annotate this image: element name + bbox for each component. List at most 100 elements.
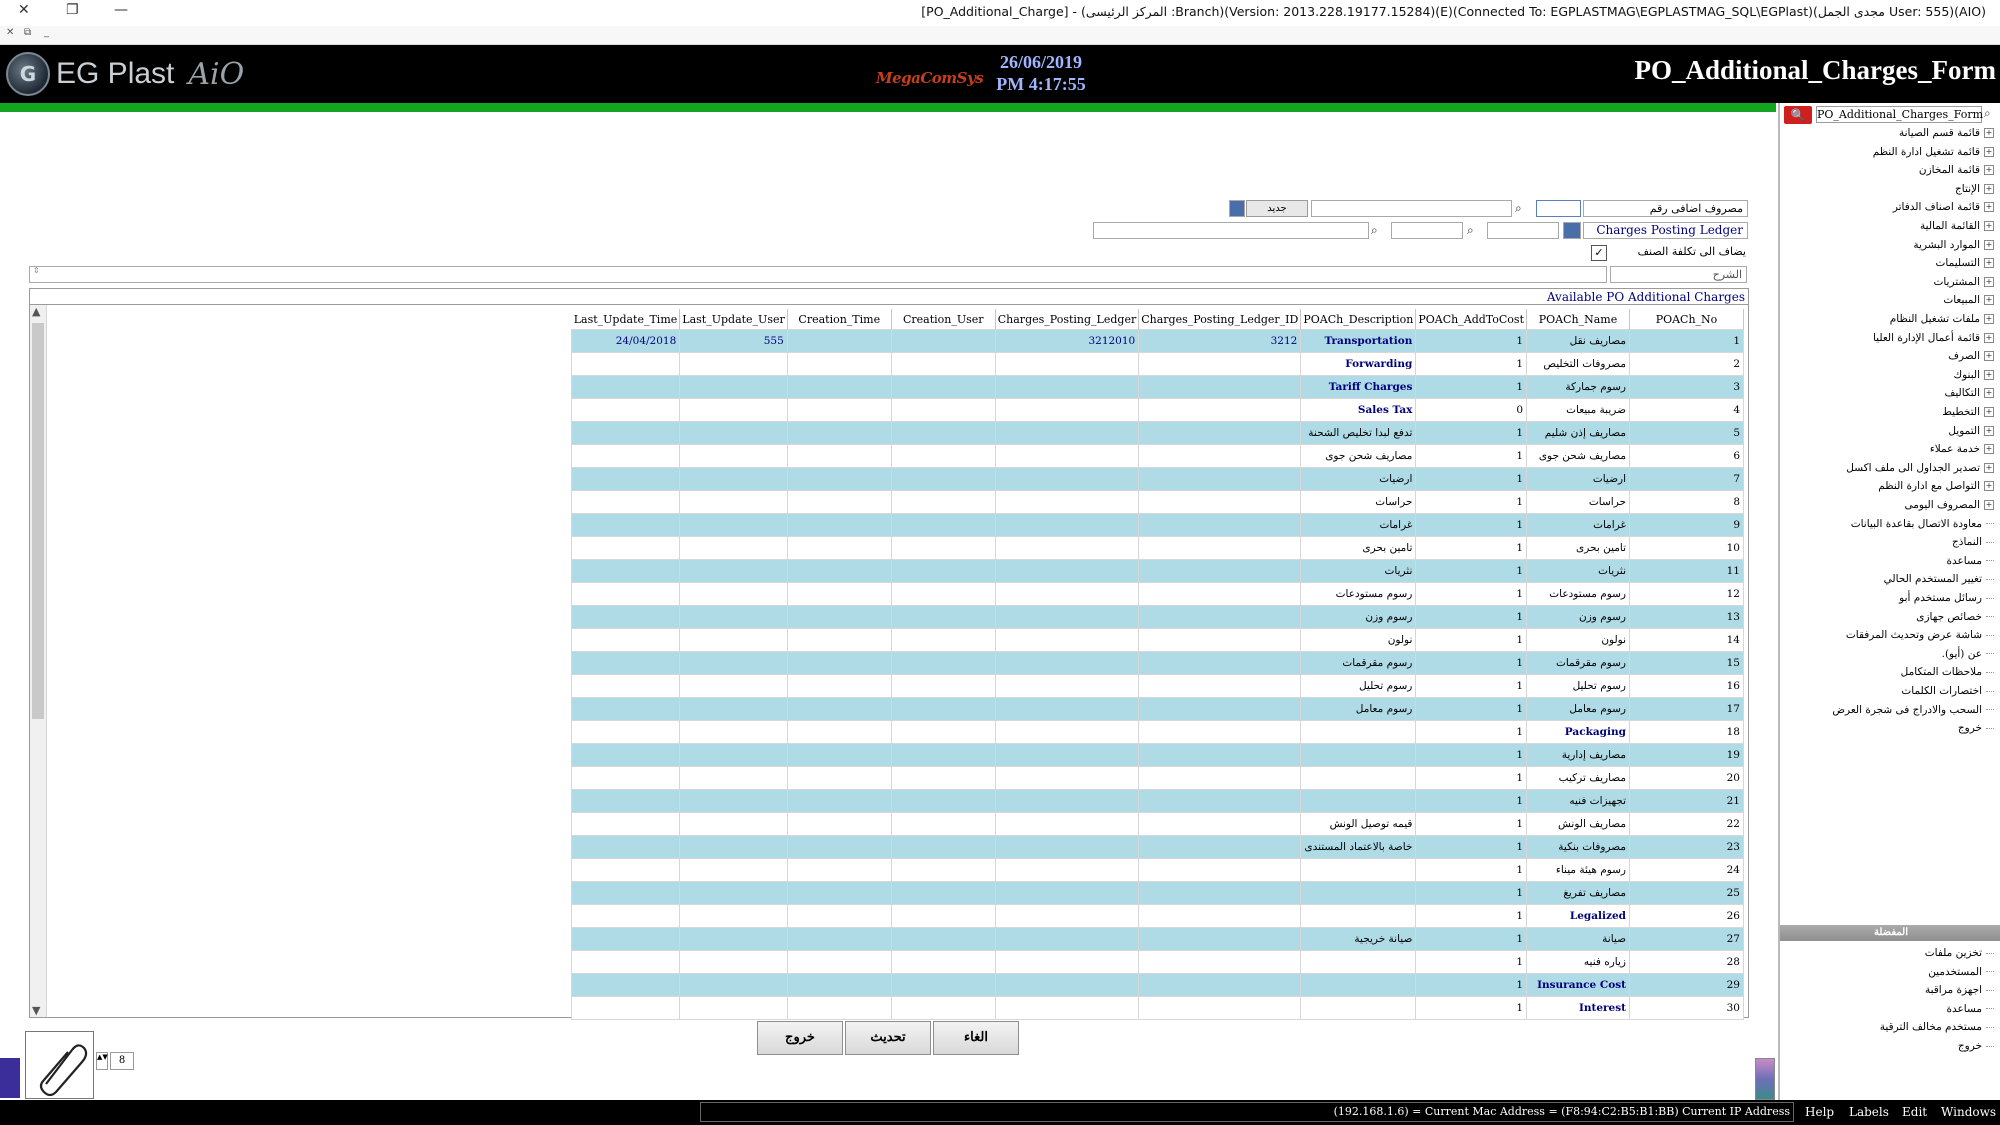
cell-ctime[interactable]	[786, 858, 892, 882]
cell-ledger_id[interactable]	[1138, 927, 1302, 951]
cell-name[interactable]: غرامات	[1526, 513, 1630, 537]
close-icon[interactable]: ✕	[18, 2, 30, 18]
tree-item[interactable]: + خدمة عملاء	[1930, 443, 1994, 455]
cell-ledger_id[interactable]: 3212	[1138, 329, 1302, 353]
cell-ltime[interactable]	[571, 398, 681, 422]
favorite-item[interactable]: تخزين ملفات	[1925, 947, 1994, 959]
cell-ltime[interactable]	[571, 651, 681, 675]
cell-cuser[interactable]	[890, 858, 996, 882]
cell-add[interactable]: 1	[1415, 996, 1527, 1020]
cell-no[interactable]: 13	[1629, 605, 1744, 629]
cell-cuser[interactable]	[890, 605, 996, 629]
tree-item[interactable]: معاودة الاتصال بقاعدة البيانات	[1851, 518, 1994, 530]
cell-cuser[interactable]	[890, 375, 996, 399]
cell-ledger[interactable]	[994, 651, 1140, 675]
cell-desc[interactable]: نولون	[1300, 628, 1417, 652]
cell-ledger_id[interactable]	[1138, 858, 1302, 882]
cell-cuser[interactable]	[890, 996, 996, 1020]
expand-icon[interactable]: +	[1984, 202, 1994, 213]
cell-luser[interactable]	[679, 835, 788, 859]
charge-no-input[interactable]	[1536, 200, 1581, 217]
cell-ledger_id[interactable]	[1138, 490, 1302, 514]
menu-windows[interactable]: Windows	[1941, 1105, 1996, 1119]
cell-name[interactable]: مصاريف تفريغ	[1526, 881, 1630, 905]
scroll-up-icon[interactable]: ▲	[32, 305, 40, 318]
charge-no-search-icon[interactable]: ⌕	[1515, 201, 1522, 216]
cell-cuser[interactable]	[890, 973, 996, 997]
cell-luser[interactable]	[679, 927, 788, 951]
charge-name-input[interactable]	[1311, 200, 1512, 217]
menu-labels[interactable]: Labels	[1849, 1105, 1889, 1119]
cell-ledger[interactable]	[994, 697, 1140, 721]
expand-icon[interactable]: +	[1984, 146, 1994, 157]
cell-ctime[interactable]	[786, 789, 892, 813]
cell-ledger_id[interactable]	[1138, 996, 1302, 1020]
cell-add[interactable]: 1	[1415, 421, 1527, 445]
favorite-item[interactable]: اجهزة مراقبة	[1925, 984, 1994, 996]
cell-ltime[interactable]	[571, 789, 681, 813]
table-row[interactable]: تامين بحرى 1 تامين بحرى 10	[571, 536, 1744, 560]
column-header[interactable]: POACh_Name	[1526, 309, 1630, 330]
cell-cuser[interactable]	[890, 559, 996, 583]
cell-desc[interactable]: رسوم تحليل	[1300, 674, 1417, 698]
cell-luser[interactable]	[679, 697, 788, 721]
cell-desc[interactable]: رسوم معامل	[1300, 697, 1417, 721]
table-row[interactable]: رسوم معامل 1 رسوم معامل 17	[571, 697, 1744, 721]
cell-desc[interactable]: رسوم مقرقمات	[1300, 651, 1417, 675]
cell-ledger[interactable]	[994, 766, 1140, 790]
cell-add[interactable]: 1	[1415, 743, 1527, 767]
cell-name[interactable]: نثريات	[1526, 559, 1630, 583]
cell-no[interactable]: 26	[1629, 904, 1744, 928]
cell-no[interactable]: 23	[1629, 835, 1744, 859]
cell-ledger[interactable]	[994, 904, 1140, 928]
cell-ctime[interactable]	[786, 950, 892, 974]
tree-item[interactable]: + التكاليف	[1944, 387, 1994, 399]
exit-button[interactable]: خروج	[757, 1021, 843, 1055]
cell-name[interactable]: ارضيات	[1526, 467, 1630, 491]
tree-item[interactable]: خصائص جهازى	[1916, 611, 1994, 623]
cell-name[interactable]: رسوم معامل	[1526, 697, 1630, 721]
cell-ctime[interactable]	[786, 881, 892, 905]
cell-ctime[interactable]	[786, 582, 892, 606]
cell-luser[interactable]	[679, 904, 788, 928]
cell-ledger[interactable]	[994, 536, 1140, 560]
column-header[interactable]: Charges_Posting_Ledger	[995, 309, 1140, 330]
tree-item[interactable]: + التمويل	[1948, 425, 1994, 437]
tree-item[interactable]: + المصروف اليومى	[1905, 499, 1994, 511]
favorite-item[interactable]: مستخدم مخالف الترقية	[1880, 1021, 1994, 1033]
cell-ltime[interactable]	[571, 766, 681, 790]
table-row[interactable]: رسوم وزن 1 رسوم وزن 13	[571, 605, 1744, 629]
tree-item[interactable]: + الصرف	[1948, 350, 1994, 362]
cell-no[interactable]: 14	[1629, 628, 1744, 652]
expand-icon[interactable]: +	[1984, 183, 1994, 194]
cell-cuser[interactable]	[890, 743, 996, 767]
cell-cuser[interactable]	[890, 904, 996, 928]
tree-item[interactable]: النماذج	[1952, 536, 1994, 548]
cell-name[interactable]: مصاريف إذن شليم	[1526, 421, 1630, 445]
cell-ctime[interactable]	[786, 467, 892, 491]
cell-no[interactable]: 12	[1629, 582, 1744, 606]
tree-item[interactable]: تغيير المستخدم الحالي	[1884, 573, 1994, 585]
cell-no[interactable]: 29	[1629, 973, 1744, 997]
cell-name[interactable]: مصاريف نقل	[1526, 329, 1630, 353]
cell-desc[interactable]	[1300, 720, 1417, 744]
cell-luser[interactable]: 555	[679, 329, 788, 353]
cell-luser[interactable]	[679, 352, 788, 376]
cell-ledger_id[interactable]	[1138, 950, 1302, 974]
cell-no[interactable]: 1	[1629, 329, 1744, 353]
column-header[interactable]: POACh_AddToCost	[1415, 309, 1527, 330]
cell-ledger[interactable]	[994, 605, 1140, 629]
cell-desc[interactable]	[1300, 950, 1417, 974]
expand-icon[interactable]: +	[1984, 165, 1994, 176]
cell-ltime[interactable]	[571, 674, 681, 698]
add-to-cost-checkbox[interactable]: ✓	[1591, 245, 1607, 261]
cell-desc[interactable]: مصاريف شحن جوى	[1300, 444, 1417, 468]
cell-luser[interactable]	[679, 950, 788, 974]
cell-ledger[interactable]	[994, 950, 1140, 974]
cell-ltime[interactable]	[571, 628, 681, 652]
cell-ltime[interactable]	[571, 904, 681, 928]
table-row[interactable]: صيانة خريجية 1 صيانة 27	[571, 927, 1744, 951]
cell-ctime[interactable]	[786, 513, 892, 537]
cell-name[interactable]: تجهيزات فنيه	[1526, 789, 1630, 813]
cell-add[interactable]: 1	[1415, 973, 1527, 997]
